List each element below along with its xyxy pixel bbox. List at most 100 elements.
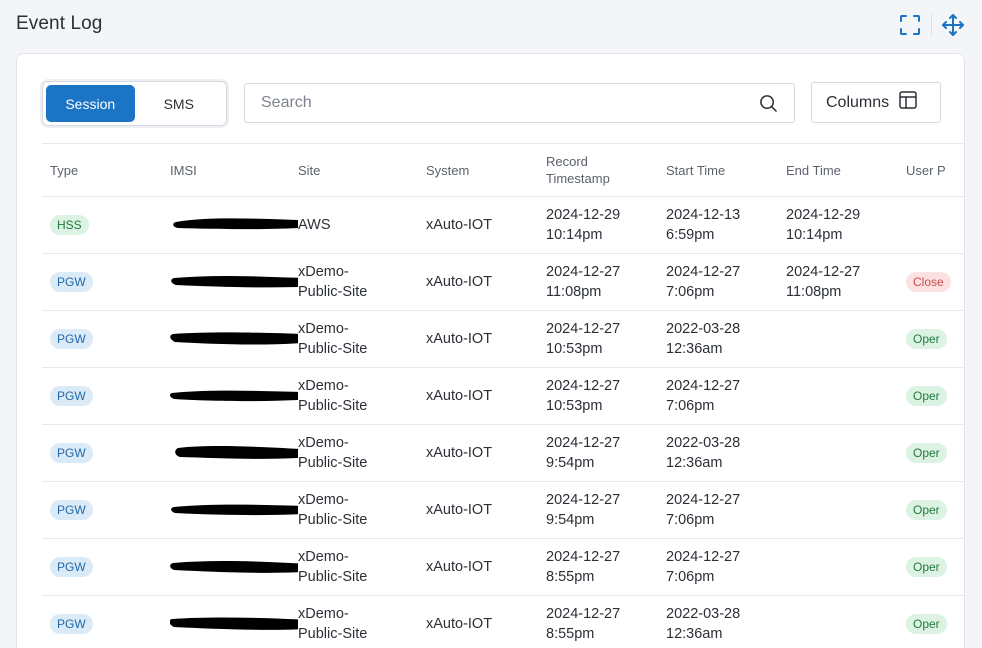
start-time: 12:36am <box>666 341 723 357</box>
table-row[interactable]: PGW xDemo- Public-Site xAuto-IOT 2024-12-27 9… <box>42 481 964 539</box>
end-time: 10:14pm <box>786 227 843 243</box>
redaction-mark <box>171 504 298 516</box>
site-cell: xDemo- Public-Site <box>298 253 418 311</box>
page-title: Event Log <box>16 13 103 34</box>
table-row[interactable]: PGW xDemo- Public-Site xAuto-IOT 2024-12-27 1… <box>42 310 964 368</box>
table-row[interactable]: PGW xDemo- Public-Site xAuto-IOT 2024-12-27 1… <box>42 367 964 425</box>
record-time: 10:14pm <box>546 227 603 243</box>
site-cell: xDemo- Public-Site <box>298 481 418 539</box>
header-site[interactable]: Site <box>298 143 418 197</box>
system-cell: xAuto-IOT <box>418 253 538 311</box>
site-line2: Public-Site <box>298 398 368 414</box>
redaction-mark <box>175 446 298 459</box>
move-arrows-icon[interactable] <box>938 10 968 40</box>
start-time: 7:06pm <box>666 398 715 414</box>
record-date: 2024-12-27 <box>546 378 621 394</box>
toolbar-divider <box>931 14 932 36</box>
search-box <box>244 83 795 123</box>
end-time-cell <box>778 595 898 648</box>
user-plane-cell: Oper <box>898 424 964 482</box>
header-start-time[interactable]: Start Time <box>658 143 778 197</box>
record-timestamp-cell: 2024-12-27 8:55pm <box>538 595 658 648</box>
system-cell: xAuto-IOT <box>418 481 538 539</box>
search-input[interactable] <box>261 94 758 112</box>
type-badge: PGW <box>50 329 93 349</box>
system-cell: xAuto-IOT <box>418 310 538 368</box>
type-cell: PGW <box>42 310 162 368</box>
site-line1: xDemo- <box>298 492 349 508</box>
user-plane-cell <box>898 196 964 254</box>
end-time: 11:08pm <box>786 284 842 300</box>
start-time: 6:59pm <box>666 227 715 243</box>
type-badge: PGW <box>50 443 93 463</box>
header-record-timestamp-label: Record Timestamp <box>546 154 610 186</box>
record-timestamp-cell: 2024-12-27 11:08pm <box>538 253 658 311</box>
user-plane-badge: Oper <box>906 500 947 520</box>
end-date: 2024-12-27 <box>786 264 861 280</box>
user-plane-cell: Oper <box>898 538 964 596</box>
end-time-cell <box>778 481 898 539</box>
start-date: 2022-03-28 <box>666 321 741 337</box>
user-plane-badge: Close <box>906 272 951 292</box>
start-time-cell: 2024-12-27 7:06pm <box>658 367 778 425</box>
record-time: 9:54pm <box>546 512 595 528</box>
toggle-session[interactable]: Session <box>46 85 135 122</box>
table-row[interactable]: HSS AWS xAuto-IOT 2024-12-29 10:14pm 2024-12-… <box>42 196 964 254</box>
header-system[interactable]: System <box>418 143 538 197</box>
record-time: 9:54pm <box>546 455 595 471</box>
system-cell: xAuto-IOT <box>418 367 538 425</box>
table-row[interactable]: PGW xDemo- Public-Site xAuto-IOT 2024-12-27 9… <box>42 424 964 482</box>
site-line2: Public-Site <box>298 512 368 528</box>
imsi-cell <box>162 196 298 254</box>
header-imsi[interactable]: IMSI <box>162 143 298 197</box>
start-time-cell: 2022-03-28 12:36am <box>658 310 778 368</box>
site-cell: xDemo- Public-Site <box>298 310 418 368</box>
table-row[interactable]: PGW xDemo- Public-Site xAuto-IOT 2024-12-27 1… <box>42 253 964 311</box>
end-time-cell: 2024-12-27 11:08pm <box>778 253 898 311</box>
start-date: 2024-12-27 <box>666 378 741 394</box>
table-row[interactable]: PGW xDemo- Public-Site xAuto-IOT 2024-12-27 8… <box>42 538 964 596</box>
end-time-cell <box>778 367 898 425</box>
redaction-mark <box>170 561 298 573</box>
site-line1: AWS <box>298 217 331 233</box>
toggle-sms[interactable]: SMS <box>135 85 224 122</box>
record-date: 2024-12-27 <box>546 264 621 280</box>
top-toolbar <box>895 10 968 40</box>
table-row[interactable]: PGW xDemo- Public-Site xAuto-IOT 2024-12-27 8… <box>42 595 964 648</box>
start-date: 2024-12-27 <box>666 549 741 565</box>
type-cell: PGW <box>42 538 162 596</box>
header-end-time[interactable]: End Time <box>778 143 898 197</box>
columns-grid-icon <box>899 91 917 114</box>
record-time: 8:55pm <box>546 569 595 585</box>
header-user-plane[interactable]: User P <box>898 143 964 197</box>
search-icon[interactable] <box>758 93 778 113</box>
end-time-cell <box>778 424 898 482</box>
start-time-cell: 2022-03-28 12:36am <box>658 595 778 648</box>
record-time: 10:53pm <box>546 398 603 414</box>
session-sms-toggle: Session SMS <box>42 81 227 126</box>
record-date: 2024-12-27 <box>546 549 621 565</box>
site-cell: AWS <box>298 196 418 254</box>
imsi-cell <box>162 253 298 311</box>
end-time-cell <box>778 538 898 596</box>
site-line2: Public-Site <box>298 341 368 357</box>
system-cell: xAuto-IOT <box>418 538 538 596</box>
system-cell: xAuto-IOT <box>418 424 538 482</box>
imsi-cell <box>162 595 298 648</box>
columns-button[interactable]: Columns <box>811 82 941 123</box>
start-date: 2022-03-28 <box>666 435 741 451</box>
type-cell: PGW <box>42 424 162 482</box>
site-cell: xDemo- Public-Site <box>298 367 418 425</box>
end-date: 2024-12-29 <box>786 207 861 223</box>
record-timestamp-cell: 2024-12-27 8:55pm <box>538 538 658 596</box>
start-time: 12:36am <box>666 455 723 471</box>
redaction-mark <box>170 332 298 345</box>
header-record-timestamp[interactable]: Record Timestamp <box>538 143 658 197</box>
fullscreen-icon[interactable] <box>895 10 925 40</box>
record-time: 8:55pm <box>546 626 595 642</box>
start-date: 2024-12-13 <box>666 207 741 223</box>
user-plane-cell: Oper <box>898 310 964 368</box>
site-line1: xDemo- <box>298 264 349 280</box>
type-badge: PGW <box>50 272 93 292</box>
header-type[interactable]: Type <box>42 143 162 197</box>
